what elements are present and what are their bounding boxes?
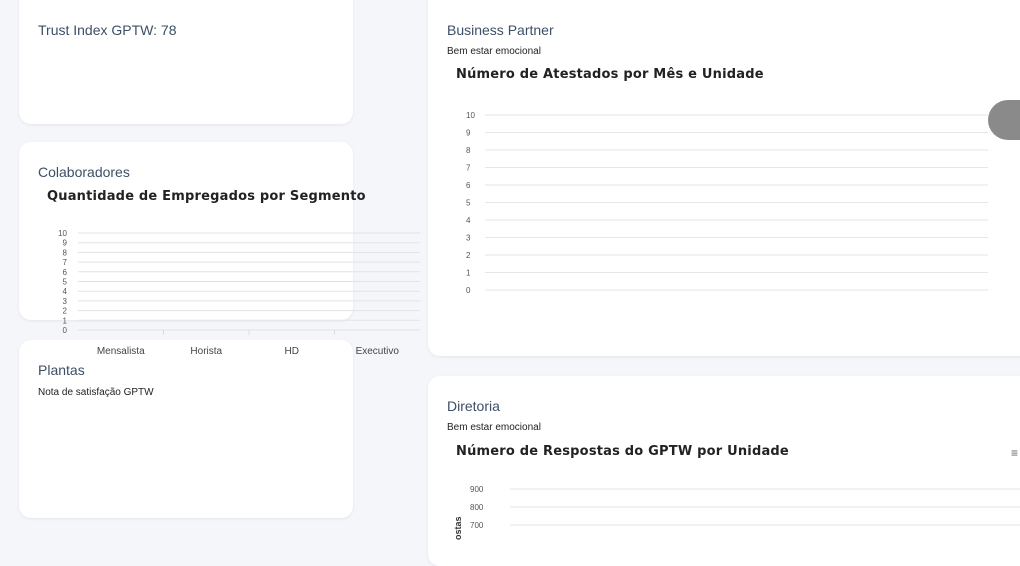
y-axis-label: ostas [453, 516, 463, 540]
y-tick-label: 900 [470, 485, 484, 494]
y-tick-label: 700 [470, 521, 484, 530]
gptw-responses-by-unit-chart: 700 800 900 ostas [453, 485, 1020, 540]
y-tick-label: 800 [470, 503, 484, 512]
